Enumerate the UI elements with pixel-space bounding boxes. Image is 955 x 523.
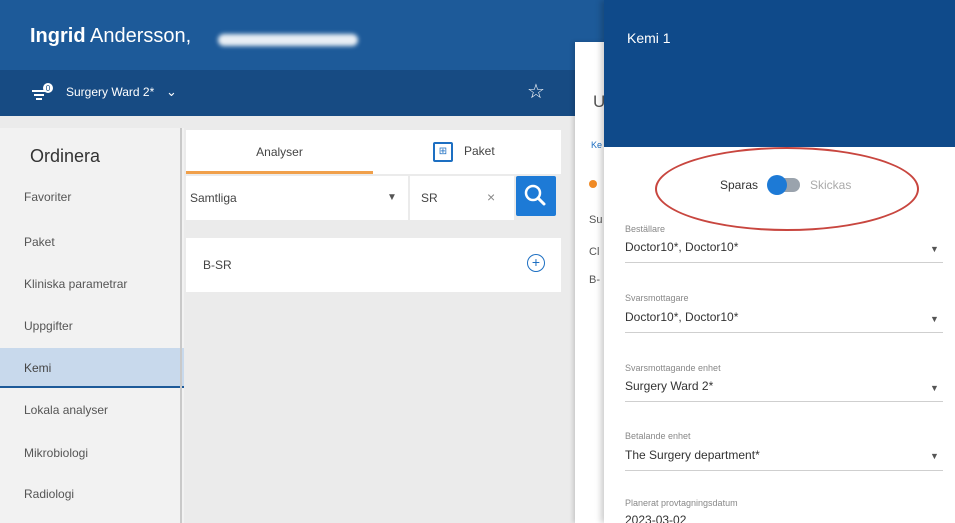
field-underline <box>625 470 943 471</box>
star-icon[interactable]: ☆ <box>527 82 545 102</box>
nav-item-radiologi[interactable]: Radiologi <box>0 474 184 514</box>
field-value-planerat-datum[interactable]: 2023-03-02 <box>625 513 686 523</box>
drawer-header <box>604 0 955 147</box>
filter-notification-icon[interactable]: 0 <box>30 82 54 102</box>
caret-down-icon[interactable]: ▼ <box>930 244 939 254</box>
search-input-value: SR <box>421 191 438 205</box>
annotation-circle <box>655 147 919 231</box>
nav-item-lokala-analyser[interactable]: Lokala analyser <box>0 390 184 430</box>
user-name: Ingrid Andersson, <box>30 25 191 48</box>
field-label-bestallare: Beställare <box>625 224 666 234</box>
field-value-bestallare[interactable]: Doctor10*, Doctor10* <box>625 240 738 254</box>
nav-item-mikrobiologi[interactable]: Mikrobiologi <box>0 433 184 473</box>
nav-divider <box>180 128 182 523</box>
clear-icon[interactable]: × <box>487 189 495 205</box>
redacted-id <box>218 34 358 46</box>
background-text: Ke <box>591 140 603 150</box>
search-button[interactable] <box>516 176 556 216</box>
add-circle-icon[interactable]: + <box>527 254 545 272</box>
drawer-title: Kemi 1 <box>627 30 671 46</box>
tab-bar: Analyser <box>186 130 561 174</box>
caret-down-icon[interactable]: ▼ <box>930 314 939 324</box>
nav-item-kliniska-parametrar[interactable]: Kliniska parametrar <box>0 264 184 304</box>
field-label-svarsmottagare: Svarsmottagare <box>625 293 689 303</box>
field-label-planerat-datum: Planerat provtagningsdatum <box>625 498 738 508</box>
tab-paket[interactable]: Paket <box>464 144 495 158</box>
field-value-svarsmottagare[interactable]: Doctor10*, Doctor10* <box>625 310 738 324</box>
result-label: B-SR <box>203 258 232 272</box>
field-underline <box>625 401 943 402</box>
nav-item-uppgifter[interactable]: Uppgifter <box>0 306 184 346</box>
background-text: Su <box>589 214 603 226</box>
status-dot <box>589 180 597 188</box>
tab-analyser[interactable]: Analyser <box>186 130 373 174</box>
nav-item-paket[interactable]: Paket <box>0 222 184 262</box>
category-select-value: Samtliga <box>190 191 237 205</box>
caret-down-icon[interactable]: ▼ <box>387 192 397 203</box>
user-last-name: Andersson, <box>90 25 192 47</box>
caret-down-icon[interactable]: ▼ <box>930 451 939 461</box>
field-underline <box>625 332 943 333</box>
result-row[interactable] <box>186 238 561 292</box>
field-underline <box>625 262 943 263</box>
field-value-svarsmottagande-enhet[interactable]: Surgery Ward 2* <box>625 379 713 393</box>
chevron-down-icon[interactable]: ⌄ <box>166 84 177 100</box>
caret-down-icon[interactable]: ▼ <box>930 383 939 393</box>
background-text: Cl <box>589 246 600 258</box>
user-first-name: Ingrid <box>30 25 86 47</box>
field-value-betalande-enhet[interactable]: The Surgery department* <box>625 448 760 462</box>
nav-item-kemi[interactable]: Kemi <box>0 348 184 388</box>
field-label-svarsmottagande-enhet: Svarsmottagande enhet <box>625 363 721 373</box>
field-label-betalande-enhet: Betalande enhet <box>625 431 691 441</box>
package-icon[interactable]: ⊞ <box>433 142 453 162</box>
nav-title: Ordinera <box>30 146 101 166</box>
background-text: B- <box>589 274 600 286</box>
svg-text:0: 0 <box>46 84 51 93</box>
nav-item-favoriter[interactable]: Favoriter <box>0 177 184 217</box>
ward-selector[interactable]: Surgery Ward 2* <box>66 85 154 99</box>
